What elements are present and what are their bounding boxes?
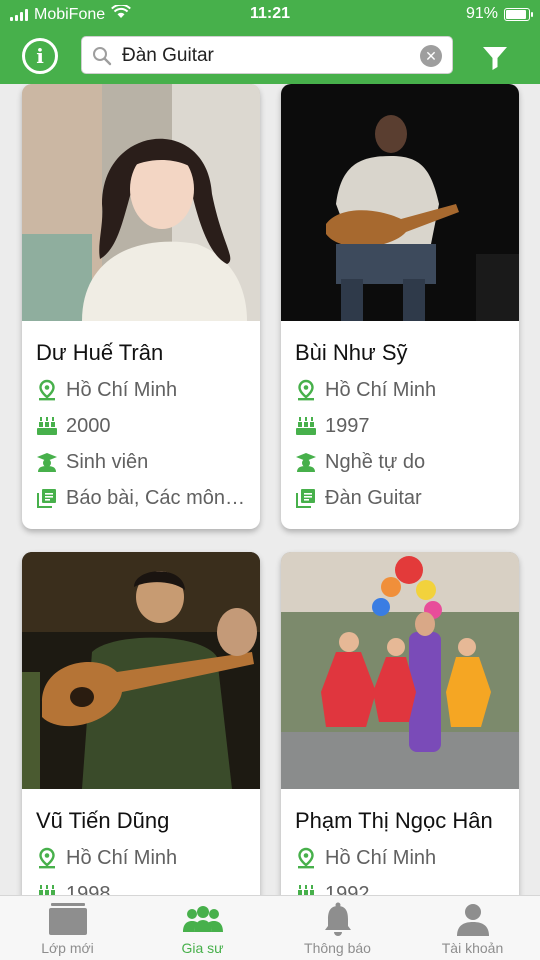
tutor-card[interactable]: Phạm Thị Ngọc Hân Hồ Chí Minh 1992: [281, 552, 519, 895]
tutor-location: Hồ Chí Minh: [66, 378, 178, 401]
location-pin-icon: [36, 379, 58, 401]
filter-icon[interactable]: [480, 42, 510, 72]
subjects-row: Báo bài, Các môn học: [36, 486, 260, 510]
tutor-card[interactable]: Vũ Tiến Dũng Hồ Chí Minh 1998: [22, 552, 260, 895]
graduate-icon: [295, 451, 317, 473]
graduate-icon: [36, 451, 58, 473]
search-input[interactable]: [122, 41, 412, 71]
tutor-birth-year: 2000: [66, 414, 111, 437]
tutor-location: Hồ Chí Minh: [325, 846, 437, 869]
birthday-cake-icon: [36, 883, 58, 895]
tutor-birth-year: 1998: [66, 882, 111, 896]
clear-search-icon[interactable]: ✕: [420, 45, 442, 67]
location-pin-icon: [295, 379, 317, 401]
occupation-row: Sinh viên: [36, 450, 260, 474]
battery-icon: [504, 7, 533, 21]
tutor-name: Bùi Như Sỹ: [295, 340, 408, 365]
subjects-row: Đàn Guitar: [295, 486, 519, 510]
status-bar: MobiFone 11:21 91%: [0, 0, 540, 28]
tutor-occupation: Sinh viên: [66, 450, 149, 473]
subjects-icon: [295, 487, 317, 509]
tutor-photo: [22, 552, 260, 789]
tab-label: Gia sư: [181, 940, 224, 956]
tab-new-classes[interactable]: Lớp mới: [0, 896, 135, 960]
tab-label: Thông báo: [304, 940, 371, 956]
tab-label: Tài khoản: [441, 940, 504, 956]
location-pin-icon: [295, 847, 317, 869]
tutors-icon: [182, 902, 223, 936]
birth-year-row: 1998: [36, 882, 260, 895]
tutor-card[interactable]: Dư Huế Trân Hồ Chí Minh 2000 Sinh viên B…: [22, 84, 260, 529]
tutor-photo: [281, 84, 519, 321]
battery-percent: 91%: [465, 5, 498, 22]
bell-icon: [323, 902, 353, 936]
birthday-cake-icon: [36, 415, 58, 437]
location-row: Hồ Chí Minh: [36, 846, 260, 870]
subjects-icon: [36, 487, 58, 509]
birthday-cake-icon: [295, 883, 317, 895]
location-row: Hồ Chí Minh: [295, 378, 519, 402]
tutor-location: Hồ Chí Minh: [325, 378, 437, 401]
search-icon: [93, 47, 112, 66]
tutor-name: Vũ Tiến Dũng: [36, 808, 170, 833]
location-row: Hồ Chí Minh: [36, 378, 260, 402]
tutor-subjects: Đàn Guitar: [325, 486, 422, 509]
tutor-location: Hồ Chí Minh: [66, 846, 178, 869]
tutor-subjects: Báo bài, Các môn học: [66, 486, 246, 509]
tutor-grid: Dư Huế Trân Hồ Chí Minh 2000 Sinh viên B…: [0, 84, 540, 895]
birth-year-row: 1997: [295, 414, 519, 438]
location-pin-icon: [36, 847, 58, 869]
tutor-photo: [281, 552, 519, 789]
tab-label: Lớp mới: [41, 940, 94, 956]
search-toolbar: i ✕: [0, 28, 540, 84]
tab-account[interactable]: Tài khoản: [405, 896, 540, 960]
bottom-tab-bar: Lớp mới Gia sư Thông báo Tài khoản: [0, 895, 540, 960]
tab-notifications[interactable]: Thông báo: [270, 896, 405, 960]
tutor-card[interactable]: Bùi Như Sỹ Hồ Chí Minh 1997 Nghề tự do Đ…: [281, 84, 519, 529]
tutor-name: Phạm Thị Ngọc Hân: [295, 808, 493, 833]
tutor-birth-year: 1997: [325, 414, 370, 437]
info-icon[interactable]: i: [22, 38, 58, 74]
birth-year-row: 2000: [36, 414, 260, 438]
occupation-row: Nghề tự do: [295, 450, 519, 474]
tutor-birth-year: 1992: [325, 882, 370, 896]
tutor-name: Dư Huế Trân: [36, 340, 164, 365]
tutor-occupation: Nghề tự do: [325, 450, 426, 473]
location-row: Hồ Chí Minh: [295, 846, 519, 870]
tab-tutors[interactable]: Gia sư: [135, 896, 270, 960]
status-time: 11:21: [249, 5, 291, 22]
search-bar: ✕: [81, 36, 453, 74]
birthday-cake-icon: [295, 415, 317, 437]
class-icon: [47, 902, 89, 936]
tutor-photo: [22, 84, 260, 321]
account-icon: [456, 902, 490, 936]
birth-year-row: 1992: [295, 882, 519, 895]
